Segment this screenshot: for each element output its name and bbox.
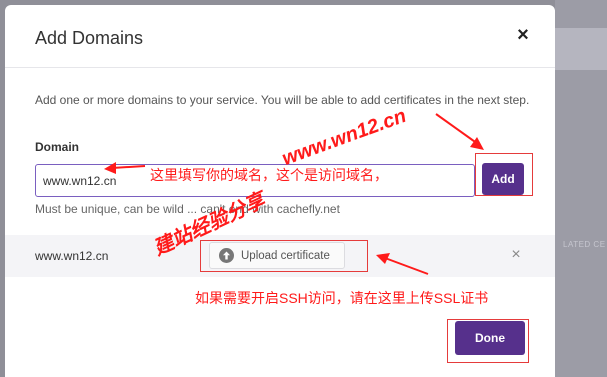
annotation-input-note: 这里填写你的域名，这个是访问域名， <box>150 167 388 183</box>
annotation-arrows <box>104 113 484 275</box>
annotation-upload-note: 如果需要开启SSH访问，请在这里上传SSL证书 <box>195 290 489 306</box>
